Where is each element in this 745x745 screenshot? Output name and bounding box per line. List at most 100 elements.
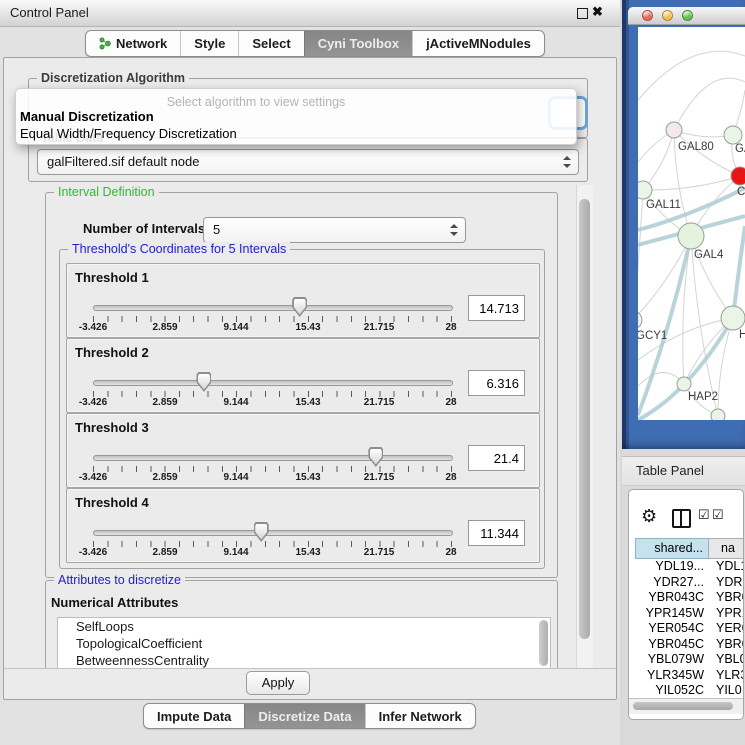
control-panel-titlebar: Control Panel ✖ xyxy=(0,0,620,27)
threshold-1-slider-thumb[interactable] xyxy=(292,297,307,317)
tick-label: 28 xyxy=(421,322,481,333)
column-view-icon[interactable] xyxy=(672,509,691,528)
threshold-2-slider-thumb[interactable] xyxy=(196,372,211,392)
threshold-4-title: Threshold 4 xyxy=(75,495,149,510)
tick-label: -3.426 xyxy=(63,547,123,558)
apply-button[interactable]: Apply xyxy=(246,671,310,695)
tab-cyni-toolbox[interactable]: Cyni Toolbox xyxy=(304,31,412,56)
table-row[interactable]: YDR27...YDR2 xyxy=(635,575,744,591)
combo-stepper-icon xyxy=(450,224,458,236)
tab-infer-network[interactable]: Infer Network xyxy=(365,704,475,728)
tab-network[interactable]: Network xyxy=(86,31,180,56)
tick-label: 21.715 xyxy=(349,547,409,558)
close-traffic-light[interactable] xyxy=(642,10,653,21)
threshold-2-value-field[interactable]: 6.316 xyxy=(468,370,525,396)
tab-select[interactable]: Select xyxy=(238,31,303,56)
threshold-4-slider-thumb[interactable] xyxy=(254,522,269,542)
threshold-2-slider[interactable] xyxy=(93,380,453,386)
table-row[interactable]: YBR045CYBR0 xyxy=(635,637,744,653)
table-data-combo[interactable]: galFiltered.sif default node xyxy=(37,149,579,175)
column-header-name[interactable]: na xyxy=(709,538,744,559)
close-icon[interactable]: ✖ xyxy=(592,4,603,20)
threshold-2-box: Threshold 2 -3.426 2.859 9.144 15.43 21.… xyxy=(66,338,540,413)
table-panel-header: Table Panel xyxy=(622,456,745,486)
float-window-icon[interactable] xyxy=(577,8,588,19)
interval-definition-group: Interval Definition Number of Intervals … xyxy=(45,192,558,578)
table-horizontal-scrollbar[interactable] xyxy=(629,698,743,714)
settings-scroll-area: Interval Definition Number of Intervals … xyxy=(4,185,604,668)
svg-text:GAL11: GAL11 xyxy=(646,199,681,211)
threshold-3-slider[interactable] xyxy=(93,455,453,461)
table-row[interactable]: YBR043CYBR0 xyxy=(635,590,744,606)
threshold-1-box: Threshold 1 -3.426 2.859 9.144 15.43 21.… xyxy=(66,263,540,338)
tab-discretize-data[interactable]: Discretize Data xyxy=(244,704,364,728)
table-row[interactable]: YDL19...YDL1 xyxy=(635,559,744,575)
table-row[interactable]: YPR145WYPR1 xyxy=(635,606,744,622)
menu-item-manual-discretization[interactable]: Manual Discretization xyxy=(20,109,154,124)
settings-scrollbar[interactable] xyxy=(576,185,593,668)
checkbox-icon[interactable]: ☑ xyxy=(712,507,724,523)
tick-label: 9.144 xyxy=(206,322,266,333)
svg-text:H: H xyxy=(739,329,745,341)
svg-text:HAP2: HAP2 xyxy=(688,391,718,403)
threshold-3-value-field[interactable]: 21.4 xyxy=(468,445,525,471)
tick-label: 2.859 xyxy=(135,472,195,483)
bottom-tab-bar: Impute Data Discretize Data Infer Networ… xyxy=(143,703,476,729)
tick-label: -3.426 xyxy=(63,322,123,333)
tick-label: 2.859 xyxy=(135,547,195,558)
tick-label: 28 xyxy=(421,472,481,483)
network-view-window: GAL80GACGAL11GAL4GCY1HHAP2 xyxy=(622,0,745,449)
threshold-3-slider-thumb[interactable] xyxy=(368,447,383,467)
list-item-selfloops[interactable]: SelfLoops xyxy=(58,618,550,635)
list-scrollbar[interactable] xyxy=(539,620,548,666)
attributes-group: Attributes to discretize Numerical Attri… xyxy=(45,580,558,668)
list-item-topologicalcoefficient[interactable]: TopologicalCoefficient xyxy=(58,635,550,652)
svg-text:GAL80: GAL80 xyxy=(678,141,714,153)
threshold-4-slider[interactable] xyxy=(93,530,453,536)
threshold-3-title: Threshold 3 xyxy=(75,420,149,435)
tick-label: 28 xyxy=(421,547,481,558)
attributes-group-label: Attributes to discretize xyxy=(54,573,185,587)
number-of-intervals-combo[interactable]: 5 xyxy=(203,217,466,243)
threshold-4-value-field[interactable]: 11.344 xyxy=(468,520,525,546)
svg-text:C: C xyxy=(737,186,745,198)
table-data-combo-value: galFiltered.sif default node xyxy=(47,150,199,173)
tab-style[interactable]: Style xyxy=(180,31,238,56)
tab-jactivemnodules[interactable]: jActiveMNodules xyxy=(412,31,544,56)
table-header-row: shared... na xyxy=(635,538,744,559)
network-graph: GAL80GACGAL11GAL4GCY1HHAP2 xyxy=(638,27,745,420)
table-row[interactable]: YLR345WYLR3 xyxy=(635,668,744,684)
zoom-traffic-light[interactable] xyxy=(682,10,693,21)
threshold-4-box: Threshold 4 -3.426 2.859 9.144 15.43 21.… xyxy=(66,488,540,563)
svg-text:GCY1: GCY1 xyxy=(638,330,667,342)
combo-stepper-icon xyxy=(563,156,571,168)
scrollbar-thumb[interactable] xyxy=(633,702,733,710)
tick-label: 15.43 xyxy=(278,322,338,333)
table-row[interactable]: YER054CYER0 xyxy=(635,621,744,637)
table-row[interactable]: YBL079WYBL0 xyxy=(635,652,744,668)
discretization-algorithm-label: Discretization Algorithm xyxy=(37,71,189,85)
top-tab-bar: Network Style Select Cyni Toolbox jActiv… xyxy=(85,30,545,57)
gear-icon[interactable]: ⚙ xyxy=(641,507,657,525)
minimize-traffic-light[interactable] xyxy=(662,10,673,21)
threshold-1-title: Threshold 1 xyxy=(75,270,149,285)
tab-impute-data[interactable]: Impute Data xyxy=(144,704,244,728)
menu-item-equal-width-frequency[interactable]: Equal Width/Frequency Discretization xyxy=(20,126,237,141)
cyni-toolbox-panel: Discretization Algorithm Select algorith… xyxy=(3,57,617,700)
table-panel-title: Table Panel xyxy=(636,463,704,478)
tick-label: 9.144 xyxy=(206,472,266,483)
column-header-shared[interactable]: shared... xyxy=(635,538,709,559)
threshold-1-value-field[interactable]: 14.713 xyxy=(468,295,525,321)
tick-label: 21.715 xyxy=(349,397,409,408)
algorithm-dropdown-popup: Select algorithm to view settings Manual… xyxy=(15,88,577,145)
list-item-betweennesscentrality[interactable]: BetweennessCentrality xyxy=(58,652,550,668)
threshold-1-slider[interactable] xyxy=(93,305,453,311)
interval-definition-label: Interval Definition xyxy=(54,185,159,199)
tick-label: 15.43 xyxy=(278,472,338,483)
table-panel-card: ⚙ ☑ ☑ shared... na YDL19...YDL1 YDR27...… xyxy=(628,489,744,720)
table-row[interactable]: YIL052CYIL0 xyxy=(635,683,744,699)
network-canvas[interactable]: GAL80GACGAL11GAL4GCY1HHAP2 xyxy=(638,27,745,420)
checkbox-icon[interactable]: ☑ xyxy=(698,507,710,523)
numerical-attributes-label: Numerical Attributes xyxy=(51,595,178,610)
scrollbar-thumb[interactable] xyxy=(579,199,590,639)
